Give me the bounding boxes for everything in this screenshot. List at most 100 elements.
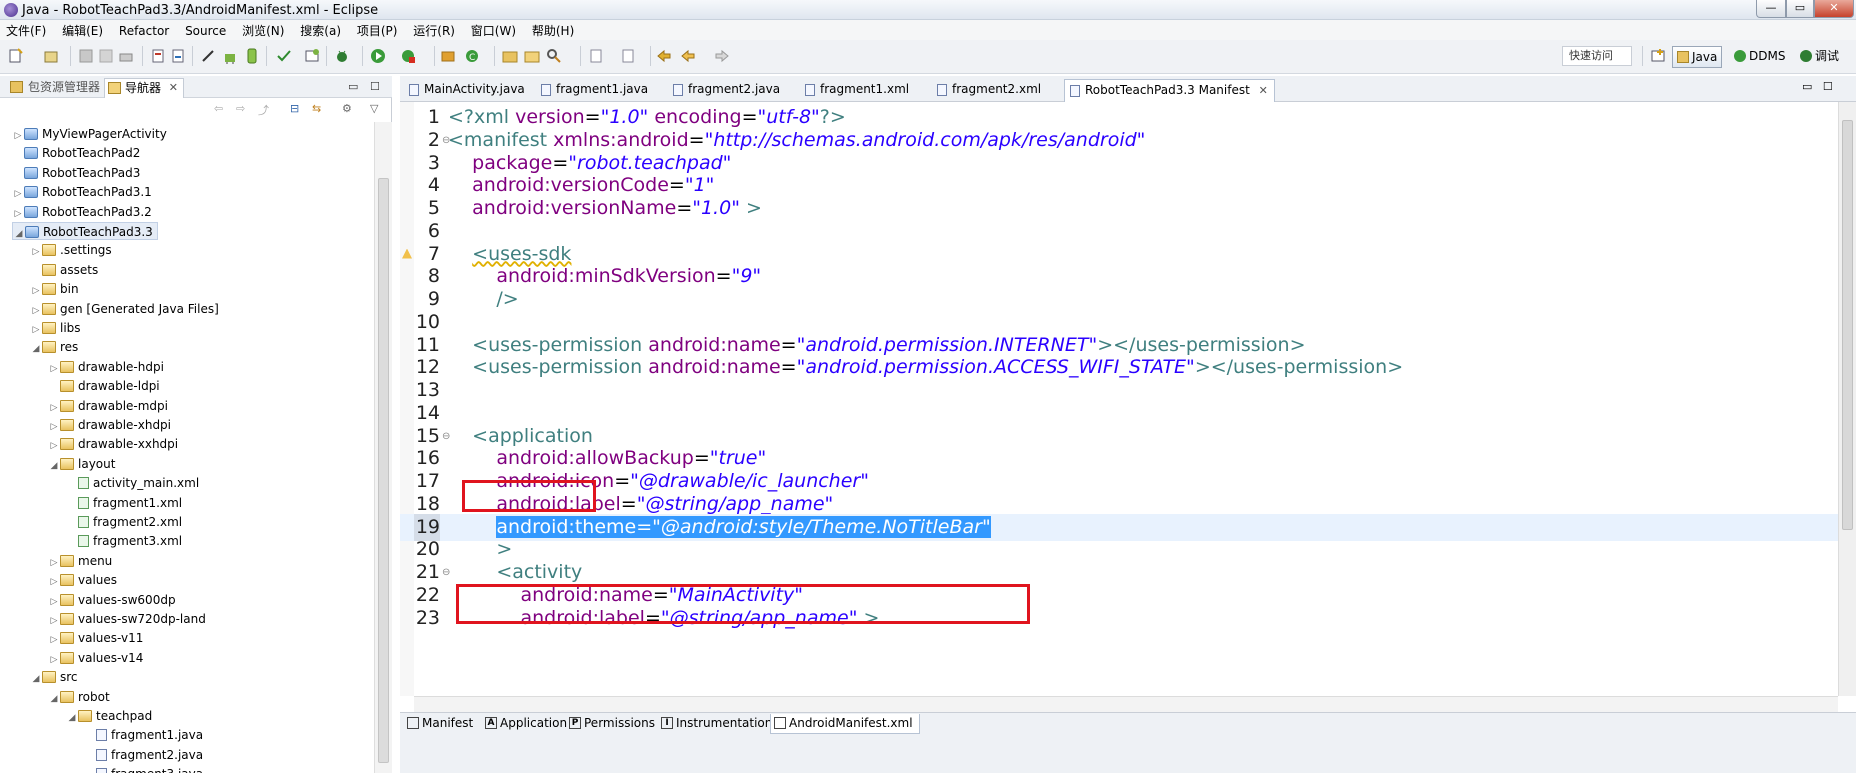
forward-icon[interactable]: ⇨: [236, 102, 245, 115]
tree-item-java[interactable]: fragment1.java: [84, 726, 203, 744]
menu-refactor[interactable]: Refactor: [113, 22, 175, 38]
new-java-package-icon[interactable]: [440, 48, 456, 64]
editor-tab[interactable]: fragment1.xml: [800, 79, 909, 102]
manifest-page-tab[interactable]: A Application: [482, 714, 567, 734]
tree-item-folder[interactable]: ▷ values-sw600dp: [48, 591, 176, 609]
tree-item-folder[interactable]: ▷ bin: [30, 280, 79, 298]
annotation-next-icon[interactable]: [588, 48, 604, 64]
new-java-class-icon[interactable]: C: [464, 48, 480, 64]
new-project-icon[interactable]: [44, 48, 60, 64]
run-external-icon[interactable]: [400, 48, 416, 64]
quick-access-input[interactable]: 快速访问: [1562, 46, 1632, 66]
menu-help[interactable]: 帮助(H): [526, 20, 580, 39]
filter-icon[interactable]: ⚙: [342, 102, 352, 115]
maximize-button[interactable]: ▭: [1786, 0, 1814, 18]
expand-icon[interactable]: ▷: [48, 554, 60, 572]
tree-item-folder[interactable]: ▷ values-sw720dp-land: [48, 610, 206, 628]
manifest-page-tab[interactable]: P Permissions: [566, 714, 655, 734]
build-icon[interactable]: [150, 48, 166, 64]
search-icon[interactable]: [546, 48, 562, 64]
tree-item-folder[interactable]: ◢ teachpad: [66, 707, 153, 725]
minimize-button[interactable]: —: [1756, 0, 1786, 18]
expand-icon[interactable]: ▷: [48, 399, 60, 417]
back-icon[interactable]: ⇦: [214, 102, 223, 115]
expand-icon[interactable]: ▷: [30, 282, 42, 300]
collapse-icon[interactable]: ◢: [30, 670, 42, 688]
collapse-icon[interactable]: ◢: [48, 457, 60, 475]
tree-item-project[interactable]: ▷ RobotTeachPad3.2: [12, 203, 152, 221]
link-with-editor-icon[interactable]: ⇆: [312, 102, 321, 115]
expand-icon[interactable]: ▷: [30, 302, 42, 320]
menu-navigate[interactable]: 浏览(N): [236, 20, 290, 39]
android-sdk-icon[interactable]: [222, 48, 238, 64]
editor-tab[interactable]: MainActivity.java: [404, 79, 525, 102]
editor-tab[interactable]: fragment1.java: [536, 79, 648, 102]
expand-icon[interactable]: ▷: [48, 360, 60, 378]
run-icon[interactable]: [370, 48, 386, 64]
last-edit-icon[interactable]: [656, 48, 672, 64]
collapse-all-icon[interactable]: ⊟: [290, 102, 299, 115]
tree-item-folder[interactable]: ▷ values-v14: [48, 649, 144, 669]
expand-icon[interactable]: ▷: [48, 437, 60, 455]
open-resource-icon[interactable]: [524, 48, 540, 64]
new-android-project-icon[interactable]: [304, 48, 320, 64]
collapse-icon[interactable]: ◢: [13, 225, 25, 243]
tab-package-explorer[interactable]: 包资源管理器: [8, 78, 100, 98]
tree-item-folder[interactable]: ◢ robot: [48, 688, 110, 706]
expand-icon[interactable]: ▷: [48, 593, 60, 611]
menu-run[interactable]: 运行(R): [407, 20, 461, 39]
expand-icon[interactable]: ▷: [12, 205, 24, 223]
expand-icon[interactable]: ▷: [48, 573, 60, 591]
menu-search[interactable]: 搜索(a): [294, 20, 347, 39]
open-perspective-icon[interactable]: [1650, 48, 1666, 64]
expand-icon[interactable]: ▷: [48, 612, 60, 630]
tree-item-xml[interactable]: fragment1.xml: [66, 494, 182, 512]
menu-edit[interactable]: 编辑(E): [56, 20, 109, 39]
editor-scroll-thumb[interactable]: [1842, 120, 1853, 530]
minimize-editor-icon[interactable]: ▭: [1802, 80, 1812, 93]
expand-icon[interactable]: ▷: [30, 243, 42, 261]
tree-item-folder[interactable]: ◢ src: [30, 668, 78, 686]
tree-item-xml[interactable]: fragment3.xml: [66, 532, 182, 550]
menu-window[interactable]: 窗口(W): [465, 20, 522, 39]
expand-icon[interactable]: ▷: [30, 321, 42, 339]
tree-item-java[interactable]: fragment2.java: [84, 746, 203, 764]
tree-item-folder[interactable]: ▷ .settings: [30, 241, 112, 259]
navigator-scroll-thumb[interactable]: [378, 178, 389, 763]
tree-item-folder[interactable]: ▷ drawable-xhdpi: [48, 416, 171, 434]
close-icon[interactable]: ✕: [169, 79, 178, 97]
editor-vertical-scrollbar[interactable]: [1838, 102, 1856, 696]
tree-item-folder[interactable]: drawable-ldpi: [48, 377, 160, 395]
debug-icon[interactable]: [334, 48, 350, 64]
perspective-java[interactable]: Java: [1672, 46, 1723, 68]
expand-icon[interactable]: ▷: [48, 631, 60, 649]
tree-item-project[interactable]: ▷ RobotTeachPad3.1: [12, 183, 152, 201]
tree-item-folder[interactable]: ▷ gen [Generated Java Files]: [30, 300, 219, 318]
close-tab-icon[interactable]: ✕: [1259, 80, 1268, 101]
tree-item-project[interactable]: ◢ RobotTeachPad3.3: [12, 222, 158, 240]
build-all-icon[interactable]: [170, 48, 186, 64]
tree-item-folder[interactable]: ▷ menu: [48, 552, 113, 572]
perspective-ddms[interactable]: DDMS: [1730, 46, 1789, 68]
warning-icon[interactable]: [402, 248, 412, 259]
lint-icon[interactable]: [276, 48, 292, 64]
maximize-view-icon[interactable]: ☐: [370, 80, 380, 93]
manifest-page-tab[interactable]: I Instrumentation: [658, 714, 772, 734]
tree-item-folder[interactable]: ▷ drawable-mdpi: [48, 397, 168, 415]
navigator-scrollbar[interactable]: [374, 122, 392, 773]
skip-breakpoints-icon[interactable]: [200, 48, 216, 64]
forward-icon[interactable]: [714, 48, 730, 64]
save-all-icon[interactable]: [98, 48, 114, 64]
tree-item-folder[interactable]: ◢ layout: [48, 455, 116, 475]
menu-file[interactable]: 文件(F): [0, 20, 52, 39]
tree-item-java[interactable]: fragment3.java: [84, 765, 203, 773]
expand-icon[interactable]: ▷: [12, 127, 24, 145]
tree-item-project[interactable]: RobotTeachPad3: [12, 164, 140, 182]
expand-icon[interactable]: ▷: [12, 185, 24, 203]
menu-source[interactable]: Source: [179, 22, 232, 38]
tree-item-folder[interactable]: ▷ drawable-xxhdpi: [48, 435, 179, 455]
open-type-icon[interactable]: [502, 48, 518, 64]
editor-horizontal-scrollbar[interactable]: [414, 696, 1838, 712]
tree-item-folder[interactable]: ▷ values-v11: [48, 629, 144, 649]
expand-icon[interactable]: ▷: [48, 651, 60, 669]
